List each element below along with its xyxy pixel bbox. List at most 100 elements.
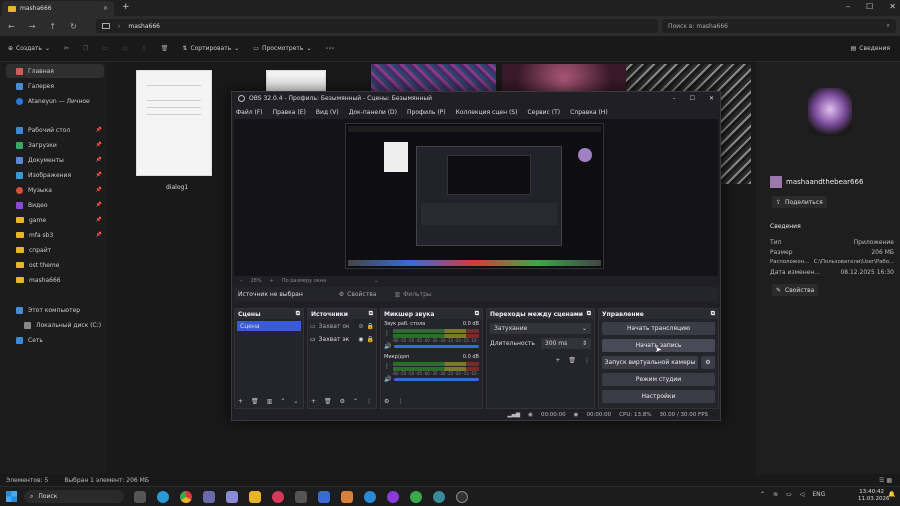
sidebar-item-gallery[interactable]: Галерея [6,79,104,93]
zoom-mode[interactable]: По размеру окна [282,278,326,284]
sidebar-item-game[interactable]: game 📌 [6,213,104,227]
virtual-camera-button[interactable]: Запуск виртуальной камеры [602,356,698,369]
more-icon[interactable]: ⋮ [366,398,372,405]
sidebar-item-personal[interactable]: Ataneyun — Личное [6,94,104,108]
more-icon[interactable]: ⋯ [325,44,334,54]
up-icon[interactable]: ↑ [49,22,56,31]
app-icon[interactable] [341,491,353,503]
virtual-camera-settings-button[interactable]: ⚙ [701,356,715,369]
sidebar-item-this-pc[interactable]: Этот компьютер [6,303,104,317]
details-button[interactable]: ▤ Сведения [851,45,890,52]
sidebar-item-music[interactable]: Музыка 📌 [6,183,104,197]
gear-icon[interactable]: ⚙ [340,398,345,405]
taskbar-search[interactable]: ⌕ Поиск [24,490,124,503]
address-box[interactable]: › masha666 [96,19,658,33]
sidebar-item-images[interactable]: Изображения 📌 [6,168,104,182]
chevron-up-icon[interactable]: ⌃ [760,491,765,498]
move-down-icon[interactable]: ⌄ [293,398,298,405]
wifi-icon[interactable]: ≋ [773,491,778,498]
menu-help[interactable]: Справка (H) [570,109,608,116]
telegram-icon[interactable] [364,491,376,503]
sidebar-item-desktop[interactable]: Рабочий стол 📌 [6,123,104,137]
battery-icon[interactable]: ▭ [786,491,792,498]
app-icon[interactable] [295,491,307,503]
file-dialog1-thumbnail[interactable] [136,70,212,176]
explorer-tab[interactable]: masha666 ✕ [2,1,114,16]
dock-float-icon[interactable]: ⧉ [475,310,479,318]
duration-input[interactable]: 300 ms ⇕ [540,338,591,349]
add-icon[interactable]: + [238,398,243,405]
maximize-icon[interactable]: ☐ [690,95,695,102]
refresh-icon[interactable]: ↻ [70,22,77,31]
forward-icon[interactable]: → [29,22,36,31]
source-item[interactable]: ▭ Захват эк ◉ 🔒 [310,334,374,345]
start-icon[interactable] [6,491,17,502]
move-up-icon[interactable]: ⌃ [353,398,358,405]
menu-tools[interactable]: Сервис (T) [527,109,560,116]
menu-edit[interactable]: Правка (E) [273,109,306,116]
task-view-icon[interactable] [134,491,146,503]
close-icon[interactable]: ✕ [103,5,108,12]
scene-item[interactable]: Сцена [237,321,301,331]
settings-button[interactable]: Настройки [602,390,715,403]
sidebar-item-masha[interactable]: masha666 [6,273,104,287]
app-icon[interactable] [318,491,330,503]
sidebar-item-home[interactable]: Главная [6,64,104,78]
studio-mode-button[interactable]: Режим студии [602,373,715,386]
view-button[interactable]: ▭ Просмотреть ⌄ [253,45,311,52]
copy-icon[interactable]: ❐ [83,45,88,52]
sidebar-item-network[interactable]: Сеть [6,333,104,347]
create-button[interactable]: ⊕ Создать ⌄ [8,45,50,52]
menu-file[interactable]: Файл (F) [236,109,263,116]
obs-icon[interactable] [456,491,468,503]
app-icon[interactable] [410,491,422,503]
sort-button[interactable]: ⇅ Сортировать ⌄ [182,45,239,52]
minimize-icon[interactable]: – [846,2,850,11]
more-icon[interactable]: ⋮ [397,398,403,405]
chrome-icon[interactable] [180,491,192,503]
sidebar-item-video[interactable]: Видео 📌 [6,198,104,212]
volume-icon[interactable]: 🔊 [384,376,391,383]
chevron-down-icon[interactable]: ⌄ [374,278,378,284]
share-icon[interactable]: ⇪ [142,45,147,52]
sidebar-item-documents[interactable]: Документы 📌 [6,153,104,167]
sidebar-item-local-disk[interactable]: Локальный диск (C:) [6,318,104,332]
back-icon[interactable]: ← [8,22,15,31]
clock[interactable]: 13:40:42 11.03.2026 [858,489,890,503]
edge-icon[interactable] [157,491,169,503]
visibility-icon[interactable]: ◉ [358,336,363,343]
trash-icon[interactable]: 🗑 [251,398,259,405]
close-icon[interactable]: ✕ [709,95,714,102]
view-mode-icons[interactable]: ☰ ▦ [879,477,892,484]
search-input[interactable]: Поиск в: masha666 ⌕ [662,19,896,33]
filter-icon[interactable]: ▥ [267,398,273,405]
transition-type-select[interactable]: Затухание ⌄ [490,323,591,334]
settings-icon[interactable] [203,491,215,503]
app-icon[interactable] [226,491,238,503]
maximize-icon[interactable]: ☐ [866,2,873,11]
app-icon[interactable] [387,491,399,503]
notification-icon[interactable]: 🔔 [888,491,895,498]
file-explorer-icon[interactable] [249,491,261,503]
rename-icon[interactable]: ▭ [122,45,128,52]
visibility-off-icon[interactable]: ⊘ [358,323,363,330]
filters-button[interactable]: ▥ Фильтры [394,291,431,298]
menu-view[interactable]: Вид (V) [316,109,339,116]
share-button[interactable]: ⇪ Поделиться [772,196,827,208]
dock-float-icon[interactable]: ⧉ [587,310,591,318]
trash-icon[interactable]: 🗑 [324,398,332,405]
volume-slider[interactable] [394,345,479,348]
more-icon[interactable]: ⋮ [384,330,390,337]
obs-preview[interactable] [234,119,718,276]
language-indicator[interactable]: ENG [812,491,825,498]
sidebar-item-sprite[interactable]: спрайт [6,243,104,257]
lock-icon[interactable]: 🔒 [367,336,374,343]
start-streaming-button[interactable]: Начать трансляцию [602,322,715,335]
properties-button[interactable]: ⚙ Свойства [339,291,377,298]
more-icon[interactable]: ⋮ [584,357,590,364]
source-item[interactable]: ▭ Захват ок ⊘ 🔒 [310,321,374,332]
lock-icon[interactable]: 🔒 [367,323,374,330]
volume-slider[interactable] [394,378,479,381]
file-label[interactable]: dialog1 [166,184,188,191]
sidebar-item-downloads[interactable]: Загрузки 📌 [6,138,104,152]
